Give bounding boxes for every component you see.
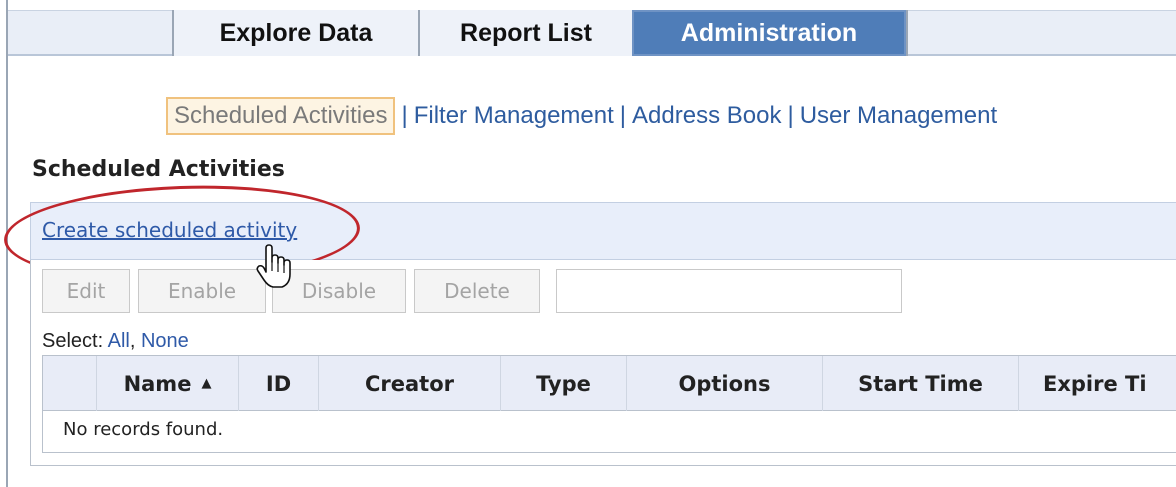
subnav-scheduled-activities[interactable]: Scheduled Activities [166,97,396,135]
page-title: Scheduled Activities [32,157,285,182]
empty-records-message: No records found. [63,419,224,440]
sort-ascending-icon: ▲ [201,376,212,391]
column-header-start-time[interactable]: Start Time [823,356,1019,411]
column-header-name[interactable]: Name ▲ [97,356,239,411]
tab-administration[interactable]: Administration [632,10,906,56]
subnav-separator: | [401,102,408,129]
subnav-user-management[interactable]: User Management [800,102,997,130]
enable-button[interactable]: Enable [138,269,266,313]
column-header-id[interactable]: ID [239,356,319,411]
column-header-options[interactable]: Options [627,356,823,411]
tab-divider [906,10,908,56]
select-row: Select: All, None [42,330,189,353]
filter-input[interactable] [556,269,902,313]
grid-header: Name ▲ ID Creator Type Options Start Tim… [43,356,1176,411]
subnav-address-book[interactable]: Address Book [632,102,781,130]
column-header-name-label: Name [123,371,192,396]
admin-subnav: Scheduled Activities | Filter Management… [166,96,997,136]
tab-explore-data[interactable]: Explore Data [172,10,418,56]
column-header-type[interactable]: Type [501,356,627,411]
hand-pointer-icon [256,244,291,288]
select-none-link[interactable]: None [141,330,189,352]
column-header-expire-time[interactable]: Expire Ti [1019,356,1176,411]
delete-button[interactable]: Delete [414,269,540,313]
select-separator: , [129,330,136,352]
scheduled-activities-grid: Name ▲ ID Creator Type Options Start Tim… [42,355,1176,453]
edit-button[interactable]: Edit [42,269,130,313]
column-header-creator[interactable]: Creator [319,356,501,411]
subnav-separator: | [619,102,627,129]
subnav-separator: | [787,102,794,129]
tab-report-list[interactable]: Report List [418,10,632,56]
subnav-filter-management[interactable]: Filter Management [414,102,614,130]
select-label: Select: [42,330,104,352]
select-column-header [43,356,97,411]
select-all-link[interactable]: All [108,330,130,352]
